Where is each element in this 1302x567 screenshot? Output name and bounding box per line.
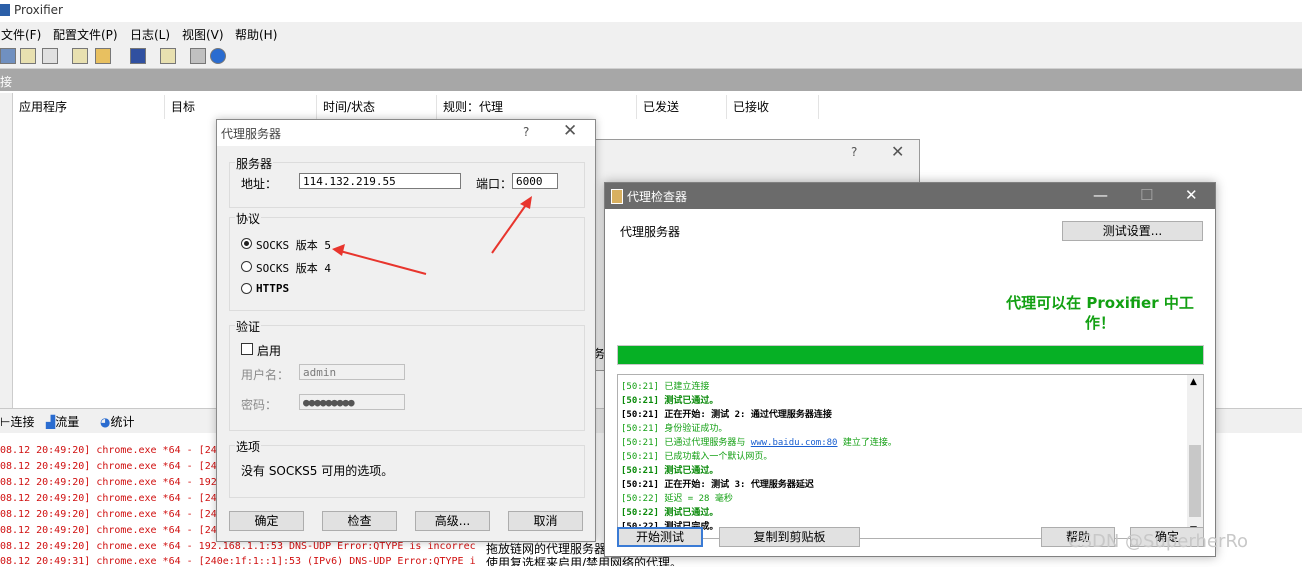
log-entry: [50:21] 已成功载入一个默认网页。 (621, 452, 773, 462)
checker-title: 代理检查器 (627, 190, 688, 204)
test-progress-bar (617, 345, 1204, 365)
log-entry: [50:21] 已通过代理服务器与 www.baidu.com:80 建立了连接… (621, 435, 897, 448)
checker-app-icon (611, 189, 623, 204)
success-message: 代理可以在 Proxifier 中工 作！ (995, 293, 1205, 333)
log-entry: [50:22] 延迟 = 28 毫秒 (621, 494, 733, 504)
checker-heading: 代理服务器 (620, 225, 681, 239)
log-entry-text: [50:21] 已通过代理服务器与 (621, 438, 746, 448)
minimize-icon[interactable]: — (1093, 186, 1108, 204)
close-icon[interactable]: ✕ (1185, 186, 1198, 204)
log-entry: [50:21] 测试已通过。 (621, 396, 719, 406)
checker-title-bar: 代理检查器 — ☐ ✕ (605, 183, 1215, 209)
log-entry: [50:21] 正在开始: 测试 3: 代理服务器延迟 (621, 480, 814, 490)
log-entry-text: 建立了连接。 (842, 438, 897, 448)
maximize-icon[interactable]: ☐ (1140, 186, 1153, 204)
watermark: CSDN @SuperherRo (1068, 531, 1249, 552)
checker-content: 代理服务器 测试设置... 代理可以在 Proxifier 中工 作！ [50:… (605, 209, 1215, 556)
log-entry: [50:21] 身份验证成功。 (621, 424, 728, 434)
scroll-up-icon[interactable]: ▲ (1190, 377, 1197, 387)
progress-fill (618, 346, 1203, 364)
log-entry: [50:22] 测试已通过。 (621, 508, 719, 518)
checker-log: [50:21] 已建立连接 [50:21] 测试已通过。 [50:21] 正在开… (617, 374, 1204, 539)
log-entry: [50:21] 已建立连接 (621, 382, 710, 392)
start-test-button[interactable]: 开始测试 (617, 527, 703, 547)
proxy-checker-window: 代理检查器 — ☐ ✕ 代理服务器 测试设置... 代理可以在 Proxifie… (604, 182, 1216, 557)
success-line-1: 代理可以在 Proxifier 中工 (1006, 294, 1194, 312)
log-scrollbar[interactable]: ▲ ▼ (1187, 375, 1203, 538)
success-line-2: 作！ (1084, 314, 1115, 332)
test-settings-button[interactable]: 测试设置... (1062, 221, 1203, 241)
log-entry: [50:21] 正在开始: 测试 2: 通过代理服务器连接 (621, 410, 832, 420)
arrow-to-port (491, 196, 532, 254)
copy-to-clipboard-button[interactable]: 复制到剪贴板 (719, 527, 860, 547)
baidu-link[interactable]: www.baidu.com:80 (751, 438, 838, 448)
log-entry: [50:21] 测试已通过。 (621, 466, 719, 476)
scroll-thumb[interactable] (1189, 445, 1201, 517)
arrow-to-socks5 (332, 244, 427, 275)
